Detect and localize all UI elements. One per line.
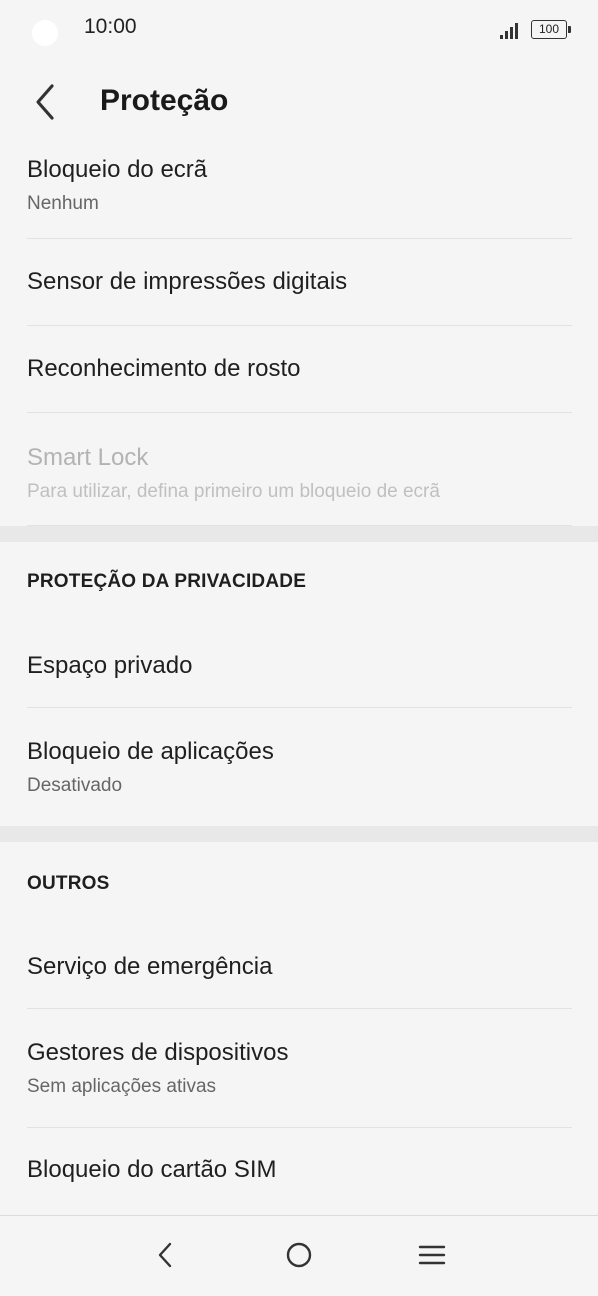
page-title: Proteção xyxy=(100,84,229,117)
navigation-bar xyxy=(0,1215,598,1296)
item-title: Serviço de emergência xyxy=(27,953,273,980)
item-title: Gestores de dispositivos xyxy=(27,1039,289,1066)
nav-home-button[interactable] xyxy=(274,1230,324,1280)
back-button[interactable] xyxy=(26,80,66,124)
item-subtitle: Para utilizar, defina primeiro um bloque… xyxy=(27,481,440,502)
list-item-app-lock[interactable]: Bloqueio de aplicações Desativado xyxy=(0,708,598,826)
item-title: Smart Lock xyxy=(27,444,149,471)
list-item-emergency-service[interactable]: Serviço de emergência xyxy=(0,924,598,1008)
list-item-face-recognition[interactable]: Reconhecimento de rosto xyxy=(0,326,598,412)
nav-home-icon xyxy=(286,1242,312,1268)
item-subtitle: Desativado xyxy=(27,775,123,796)
item-title: Bloqueio de aplicações xyxy=(27,738,274,765)
list-item-private-space[interactable]: Espaço privado xyxy=(0,622,598,706)
nav-back-button[interactable] xyxy=(140,1230,190,1280)
list-item-screen-lock[interactable]: Bloqueio do ecrã Nenhum xyxy=(0,140,598,238)
list-item-smart-lock: Smart Lock Para utilizar, defina primeir… xyxy=(0,413,598,525)
item-subtitle: Sem aplicações ativas xyxy=(27,1076,217,1097)
item-title: Bloqueio do cartão SIM xyxy=(27,1156,277,1183)
status-time: 10:00 xyxy=(84,15,137,38)
list-item-sim-lock[interactable]: Bloqueio do cartão SIM xyxy=(0,1128,598,1214)
section-separator xyxy=(0,526,598,542)
section-header-others: OUTROS xyxy=(27,873,110,894)
nav-menu-icon xyxy=(418,1245,446,1265)
status-bar: 10:00 100 xyxy=(0,0,598,60)
nav-menu-button[interactable] xyxy=(407,1230,457,1280)
item-title: Espaço privado xyxy=(27,652,193,679)
signal-icon xyxy=(500,23,522,39)
item-title: Bloqueio do ecrã xyxy=(27,156,208,183)
list-item-device-admins[interactable]: Gestores de dispositivos Sem aplicações … xyxy=(0,1009,598,1127)
list-item-fingerprint[interactable]: Sensor de impressões digitais xyxy=(0,239,598,325)
item-title: Sensor de impressões digitais xyxy=(27,268,348,295)
section-header-privacy: PROTEÇÃO DA PRIVACIDADE xyxy=(27,571,307,592)
section-separator xyxy=(0,826,598,842)
item-subtitle: Nenhum xyxy=(27,193,99,214)
battery-level: 100 xyxy=(538,22,560,36)
nav-back-icon xyxy=(158,1242,172,1268)
app-bar: Proteção xyxy=(0,70,598,134)
battery-icon: 100 xyxy=(531,20,571,39)
item-title: Reconhecimento de rosto xyxy=(27,355,301,382)
camera-cutout xyxy=(32,20,58,46)
chevron-left-icon xyxy=(36,84,54,120)
